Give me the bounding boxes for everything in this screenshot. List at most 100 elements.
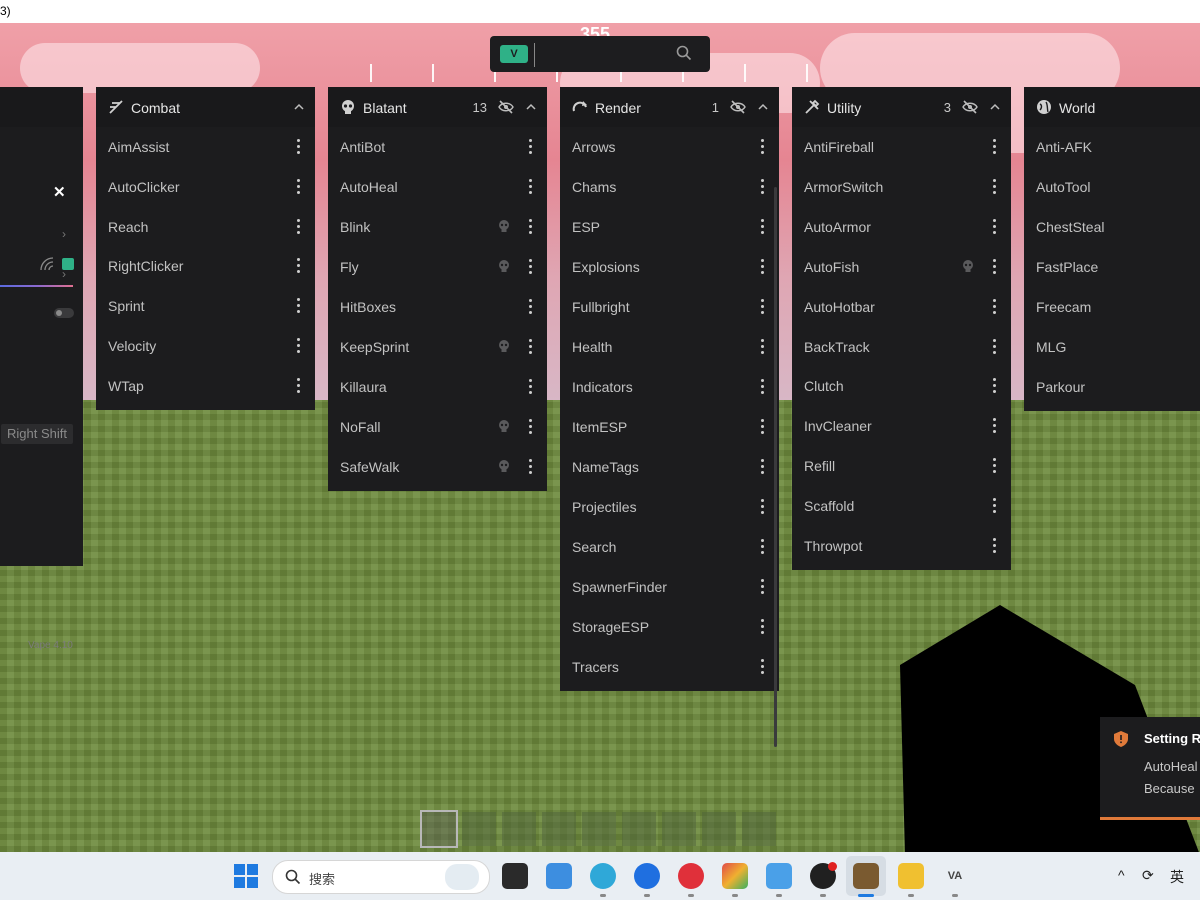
module-item[interactable]: AntiBot bbox=[328, 127, 547, 167]
module-item[interactable]: ArmorSwitch bbox=[792, 167, 1011, 207]
module-item[interactable]: Throwpot bbox=[792, 526, 1011, 566]
module-item[interactable]: Fly bbox=[328, 247, 547, 287]
module-item[interactable]: ESP bbox=[560, 207, 779, 247]
panel-header[interactable]: World bbox=[1024, 87, 1200, 127]
module-item[interactable]: Blink bbox=[328, 207, 547, 247]
files-app-icon[interactable] bbox=[766, 863, 792, 889]
app-store-icon[interactable] bbox=[722, 863, 748, 889]
more-options-icon[interactable] bbox=[529, 297, 533, 317]
panel-header[interactable]: Utility 3 bbox=[792, 87, 1011, 127]
more-options-icon[interactable] bbox=[297, 376, 301, 396]
more-options-icon[interactable] bbox=[993, 376, 997, 396]
chevron-up-icon[interactable] bbox=[525, 101, 537, 113]
module-item[interactable]: AutoFish bbox=[792, 247, 1011, 287]
module-item[interactable]: Tracers bbox=[560, 647, 779, 687]
eye-off-icon[interactable] bbox=[730, 100, 746, 114]
more-options-icon[interactable] bbox=[529, 257, 533, 277]
more-options-icon[interactable] bbox=[297, 137, 301, 157]
module-item[interactable]: Indicators bbox=[560, 367, 779, 407]
more-options-icon[interactable] bbox=[761, 137, 765, 157]
module-item[interactable]: Projectiles bbox=[560, 487, 779, 527]
module-item[interactable]: Chams bbox=[560, 167, 779, 207]
more-options-icon[interactable] bbox=[529, 377, 533, 397]
rainbow-icon[interactable] bbox=[40, 257, 54, 271]
keybind-button[interactable]: Right Shift bbox=[1, 424, 73, 444]
chevron-up-icon[interactable] bbox=[293, 101, 305, 113]
module-item[interactable]: AutoArmor bbox=[792, 207, 1011, 247]
panel-scrollbar[interactable] bbox=[774, 187, 777, 747]
more-options-icon[interactable] bbox=[529, 337, 533, 357]
close-icon[interactable]: ✕ bbox=[53, 183, 66, 201]
netease-music-icon[interactable] bbox=[678, 863, 704, 889]
more-options-icon[interactable] bbox=[761, 657, 765, 677]
more-options-icon[interactable] bbox=[529, 417, 533, 437]
color-swatch[interactable] bbox=[62, 258, 74, 270]
more-options-icon[interactable] bbox=[993, 456, 997, 476]
module-item[interactable]: Explosions bbox=[560, 247, 779, 287]
module-search-input[interactable] bbox=[534, 43, 671, 67]
eye-off-icon[interactable] bbox=[498, 100, 514, 114]
more-options-icon[interactable] bbox=[761, 337, 765, 357]
more-options-icon[interactable] bbox=[761, 577, 765, 597]
module-item[interactable]: Parkour bbox=[1024, 367, 1200, 407]
module-item[interactable]: Search bbox=[560, 527, 779, 567]
module-item[interactable]: Health bbox=[560, 327, 779, 367]
kugou-app-icon[interactable] bbox=[634, 863, 660, 889]
eye-off-icon[interactable] bbox=[962, 100, 978, 114]
module-item[interactable]: AutoHotbar bbox=[792, 287, 1011, 327]
task-view-icon[interactable] bbox=[502, 863, 528, 889]
more-options-icon[interactable] bbox=[993, 217, 997, 237]
more-options-icon[interactable] bbox=[297, 336, 301, 356]
module-item[interactable]: BackTrack bbox=[792, 327, 1011, 367]
vape-app-icon[interactable]: VA bbox=[942, 863, 968, 889]
more-options-icon[interactable] bbox=[529, 177, 533, 197]
module-item[interactable]: RightClicker bbox=[96, 246, 315, 286]
module-item[interactable]: ChestSteal bbox=[1024, 207, 1200, 247]
module-item[interactable]: SpawnerFinder bbox=[560, 567, 779, 607]
module-item[interactable]: NameTags bbox=[560, 447, 779, 487]
more-options-icon[interactable] bbox=[297, 256, 301, 276]
module-item[interactable]: NoFall bbox=[328, 407, 547, 447]
windows-start-icon[interactable] bbox=[234, 864, 258, 888]
more-options-icon[interactable] bbox=[529, 217, 533, 237]
more-options-icon[interactable] bbox=[761, 177, 765, 197]
panel-header[interactable]: Render 1 bbox=[560, 87, 779, 127]
module-item[interactable]: Arrows bbox=[560, 127, 779, 167]
more-options-icon[interactable] bbox=[761, 537, 765, 557]
module-item[interactable]: SafeWalk bbox=[328, 447, 547, 487]
module-item[interactable]: AimAssist bbox=[96, 127, 315, 167]
module-item[interactable]: ItemESP bbox=[560, 407, 779, 447]
module-item[interactable]: AutoHeal bbox=[328, 167, 547, 207]
module-item[interactable]: KeepSprint bbox=[328, 327, 547, 367]
more-options-icon[interactable] bbox=[761, 417, 765, 437]
module-item[interactable]: AutoClicker bbox=[96, 167, 315, 207]
more-options-icon[interactable] bbox=[993, 137, 997, 157]
panel-header[interactable]: Combat bbox=[96, 87, 315, 127]
toggle-switch[interactable] bbox=[54, 308, 74, 318]
module-item[interactable]: MLG bbox=[1024, 327, 1200, 367]
taskbar-search-box[interactable]: 搜索 bbox=[272, 860, 490, 894]
minecraft-icon[interactable] bbox=[853, 863, 879, 889]
module-item[interactable]: Fullbright bbox=[560, 287, 779, 327]
module-item[interactable]: Scaffold bbox=[792, 486, 1011, 526]
more-options-icon[interactable] bbox=[529, 457, 533, 477]
module-item[interactable]: Anti-AFK bbox=[1024, 127, 1200, 167]
more-options-icon[interactable] bbox=[761, 297, 765, 317]
feishu-app-icon[interactable] bbox=[546, 863, 572, 889]
more-options-icon[interactable] bbox=[529, 137, 533, 157]
module-item[interactable]: StorageESP bbox=[560, 607, 779, 647]
hotbar-selected-slot[interactable] bbox=[420, 810, 458, 848]
more-options-icon[interactable] bbox=[761, 617, 765, 637]
more-options-icon[interactable] bbox=[761, 497, 765, 517]
more-options-icon[interactable] bbox=[297, 296, 301, 316]
chevron-up-icon[interactable] bbox=[757, 101, 769, 113]
module-item[interactable]: Freecam bbox=[1024, 287, 1200, 327]
ime-indicator[interactable]: 英 bbox=[1170, 867, 1184, 887]
more-options-icon[interactable] bbox=[993, 177, 997, 197]
more-options-icon[interactable] bbox=[297, 217, 301, 237]
module-item[interactable]: Refill bbox=[792, 446, 1011, 486]
edge-browser-icon[interactable] bbox=[590, 863, 616, 889]
module-item[interactable]: WTap bbox=[96, 366, 315, 406]
more-options-icon[interactable] bbox=[761, 377, 765, 397]
sync-icon[interactable]: ⟳ bbox=[1142, 867, 1154, 884]
